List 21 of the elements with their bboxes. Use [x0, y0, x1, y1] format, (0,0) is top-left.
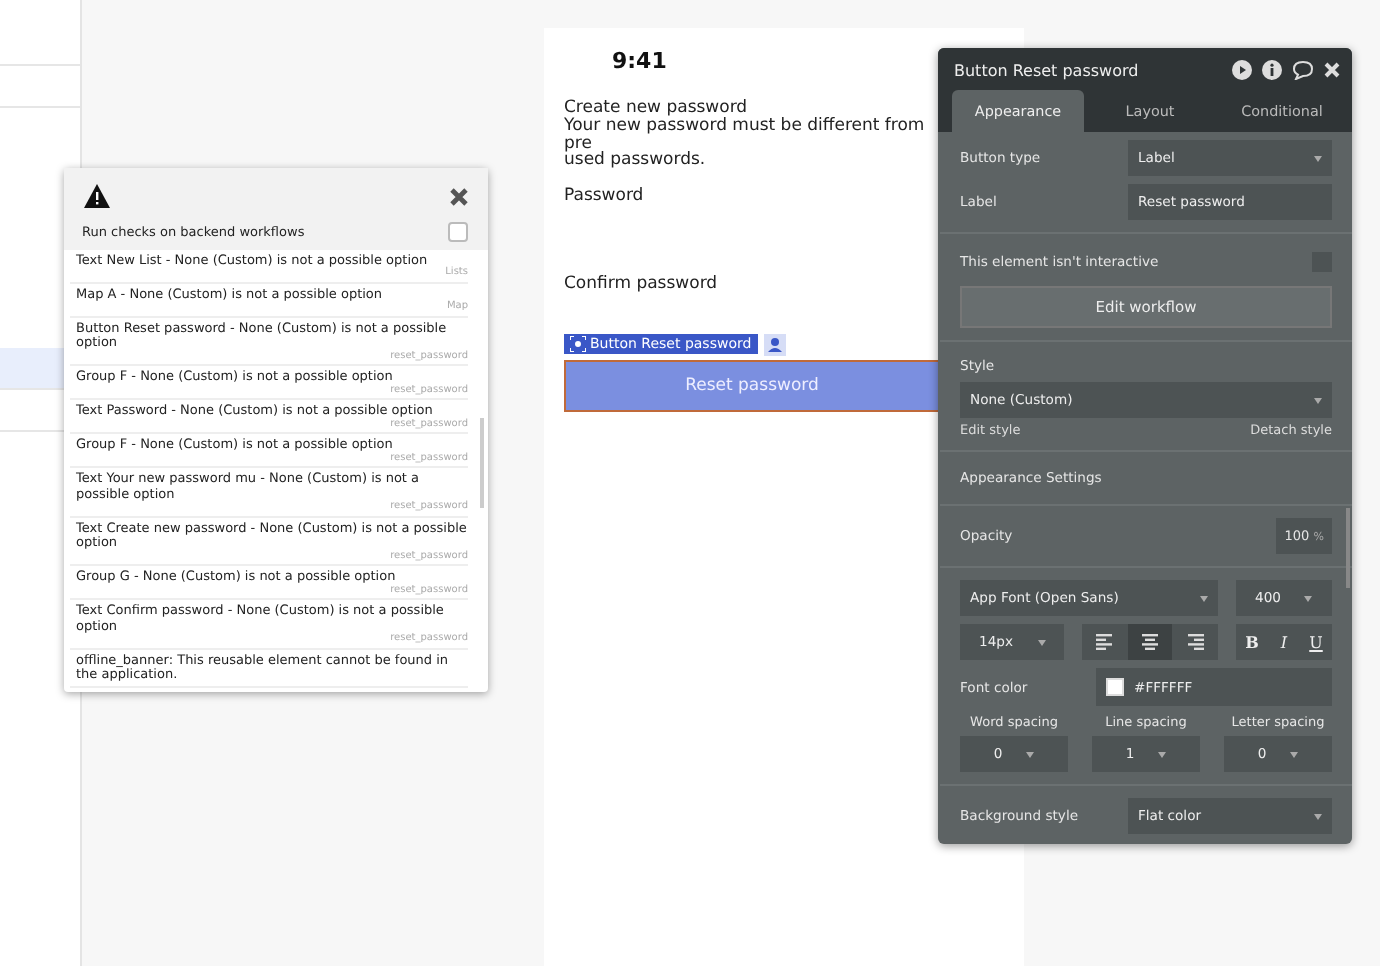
format-button[interactable]: U — [1300, 624, 1332, 660]
warning-icon — [84, 184, 110, 208]
status-time: 9:41 — [612, 48, 669, 74]
confirm-password-label: Confirm password — [564, 273, 720, 293]
page-subtitle: used passwords. — [564, 152, 708, 169]
panel-title: Button Reset password — [954, 61, 1141, 79]
comment-icon[interactable] — [1292, 60, 1314, 80]
user-icon[interactable] — [763, 333, 786, 355]
align-icon — [1187, 634, 1204, 650]
align-icon — [1096, 634, 1113, 650]
focus-icon — [570, 336, 586, 352]
align-button[interactable] — [1127, 624, 1173, 660]
info-icon[interactable] — [1262, 60, 1282, 80]
backend-checks-checkbox[interactable] — [448, 222, 468, 242]
format-button[interactable]: B — [1236, 624, 1268, 660]
password-label: Password — [564, 185, 646, 205]
align-icon — [1142, 634, 1158, 650]
close-icon[interactable] — [450, 187, 468, 205]
play-icon[interactable] — [1232, 60, 1252, 80]
format-button[interactable]: I — [1268, 624, 1300, 660]
page-title: Create new password — [564, 98, 750, 118]
